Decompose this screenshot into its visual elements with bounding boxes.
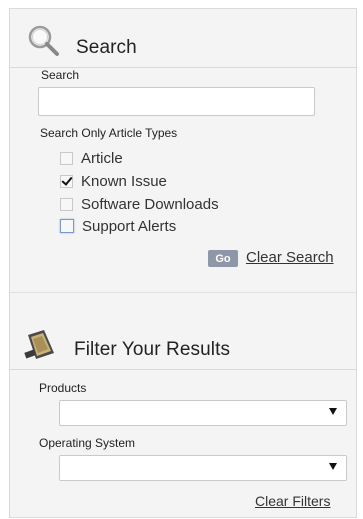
operating-system-label: Operating System	[39, 436, 136, 450]
operating-system-dropdown-arrow-icon	[329, 463, 337, 470]
magnifier-icon	[22, 20, 66, 69]
article-label: Article	[81, 149, 123, 167]
products-dropdown-arrow-icon	[329, 408, 337, 415]
support-alerts-label: Support Alerts	[82, 217, 177, 235]
search-input[interactable]	[38, 87, 315, 116]
clear-filters-link[interactable]: Clear Filters	[255, 493, 330, 509]
products-label: Products	[39, 381, 87, 395]
go-button[interactable]: Go	[208, 250, 238, 267]
article-type-known-issue[interactable]: Known Issue	[60, 171, 167, 191]
megaphone-icon	[22, 329, 58, 368]
known-issue-checkbox[interactable]	[60, 174, 73, 188]
search-header: Search	[10, 23, 356, 68]
search-title: Search	[76, 37, 137, 58]
filter-title: Filter Your Results	[74, 339, 231, 360]
section-divider	[10, 292, 356, 293]
search-field-label: Search	[41, 68, 80, 82]
known-issue-label: Known Issue	[81, 172, 167, 190]
software-downloads-label: Software Downloads	[81, 195, 219, 213]
article-types-label: Search Only Article Types	[40, 126, 178, 140]
products-select[interactable]	[59, 400, 347, 426]
filter-header: Filter Your Results	[10, 321, 356, 370]
clear-search-link[interactable]: Clear Search	[246, 249, 334, 266]
software-downloads-checkbox[interactable]	[60, 197, 73, 211]
article-type-software-downloads[interactable]: Software Downloads	[60, 194, 219, 214]
support-alerts-checkbox[interactable]	[60, 219, 74, 233]
operating-system-select[interactable]	[59, 455, 347, 481]
article-type-article[interactable]: Article	[60, 148, 123, 168]
article-checkbox[interactable]	[60, 151, 73, 165]
sidebar-panel: Search Search Search Only Article Types …	[9, 8, 357, 518]
article-type-support-alerts[interactable]: Support Alerts	[60, 216, 176, 236]
